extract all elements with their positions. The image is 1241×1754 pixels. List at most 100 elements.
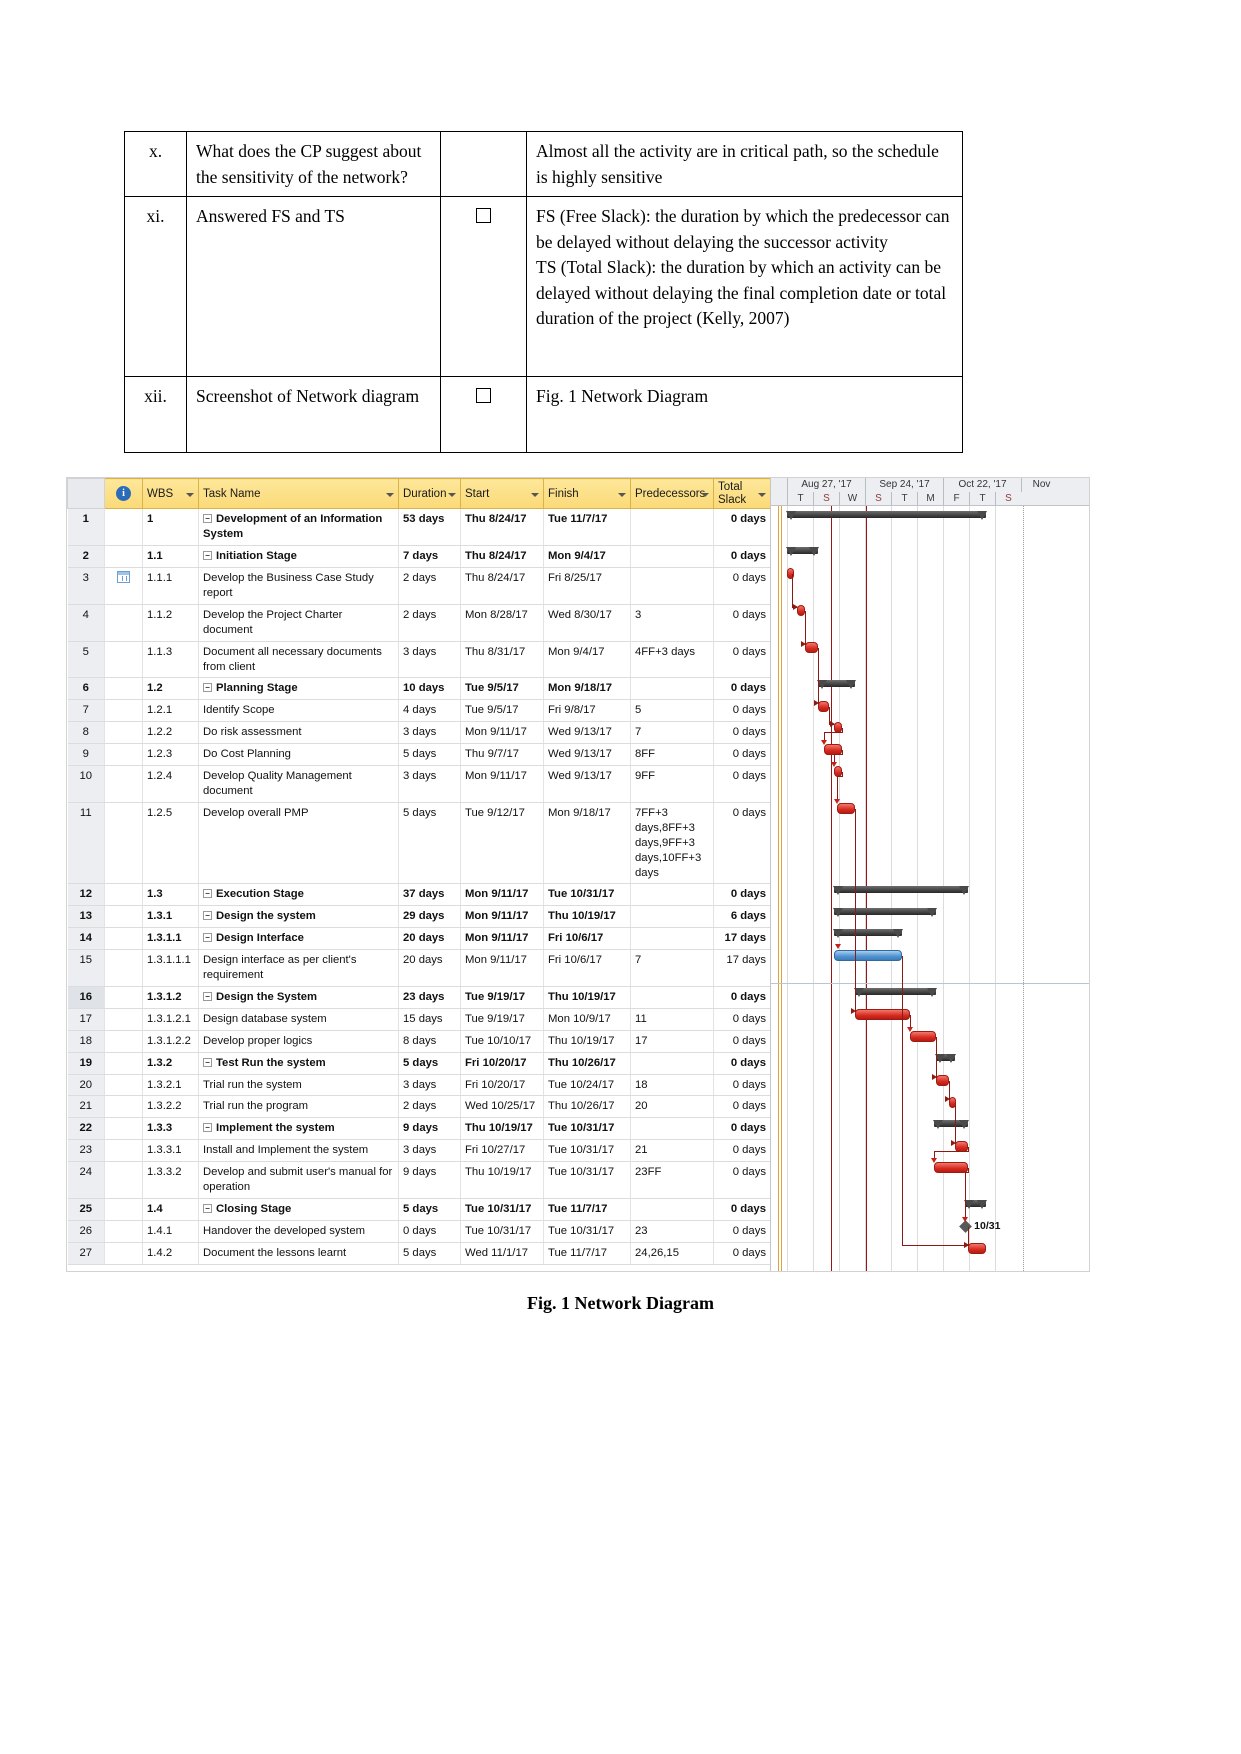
table-row[interactable]: 25 1.4− Closing Stage 5 days Tue 10/31/17 Tue… <box>67 1198 771 1221</box>
table-row[interactable]: 3 1.1.1 Develop the Business Case Study re… <box>67 567 771 605</box>
table-row[interactable]: 19 1.3.2− Test Run the system 5 days Fri 10/… <box>67 1052 771 1075</box>
chevron-down-icon[interactable] <box>186 492 194 497</box>
finish-date-cell: Fri 8/25/17 <box>543 567 631 605</box>
column-header-indicators[interactable]: i <box>104 478 143 510</box>
table-row[interactable]: 13 1.3.1− Design the system 29 days Mon 9/11… <box>67 905 771 929</box>
timeline-month-label: Oct 22, '17 <box>943 478 1021 492</box>
table-row[interactable]: 2 1.1− Initiation Stage 7 days Thu 8/24/17 Mo… <box>67 545 771 568</box>
column-header-start[interactable]: Start <box>460 478 544 510</box>
critical-task-bar[interactable] <box>910 1030 937 1042</box>
table-row[interactable]: 27 1.4.2 Document the lessons learnt 5 days… <box>67 1242 771 1265</box>
summary-task-bar[interactable] <box>964 1200 988 1210</box>
collapse-toggle-icon[interactable]: − <box>203 933 212 943</box>
rubric-row-checkbox-cell <box>440 196 527 378</box>
collapse-toggle-icon[interactable]: − <box>203 1057 212 1067</box>
table-row[interactable]: 11 1.2.5 Develop overall PMP 5 days Tue 9/12… <box>67 802 771 885</box>
table-row[interactable]: 12 1.3− Execution Stage 37 days Mon 9/11/17 T… <box>67 883 771 907</box>
table-row[interactable]: 6 1.2− Planning Stage 10 days Tue 9/5/17 Mon … <box>67 677 771 701</box>
summary-task-bar[interactable] <box>785 510 988 520</box>
chevron-down-icon[interactable] <box>531 492 539 497</box>
summary-task-bar[interactable] <box>932 1119 969 1129</box>
rubric-table: x. What does the CP suggest about the se… <box>124 130 963 454</box>
table-row[interactable]: 7 1.2.1 Identify Scope 4 days Tue 9/5/17 Fri … <box>67 699 771 723</box>
collapse-toggle-icon[interactable]: − <box>203 514 212 524</box>
table-row[interactable]: 1 1− Development of an Information System 5… <box>67 508 771 547</box>
timeline-gridline <box>813 506 814 1271</box>
critical-task-bar[interactable] <box>967 1243 987 1255</box>
finish-date-cell: Tue 11/7/17 <box>543 1242 631 1265</box>
table-row[interactable]: 21 1.3.2.2 Trial run the program 2 days Wed … <box>67 1095 771 1119</box>
start-date-cell: Mon 9/11/17 <box>460 949 544 987</box>
collapse-toggle-icon[interactable]: − <box>203 889 212 899</box>
wbs-cell: 1.2.2 <box>142 721 199 745</box>
milestone-marker[interactable] <box>959 1220 973 1233</box>
summary-task-bar[interactable] <box>935 1053 957 1063</box>
column-header-label: Predecessors <box>635 487 706 500</box>
table-row[interactable]: 14 1.3.1.1− Design Interface 20 days Mon 9/1… <box>67 927 771 951</box>
noncritical-task-bar[interactable] <box>834 950 903 962</box>
column-header-duration[interactable]: Duration <box>398 478 461 510</box>
task-name-label: Develop overall PMP <box>203 806 309 819</box>
chevron-down-icon[interactable] <box>448 492 456 497</box>
task-name-label: Test Run the system <box>216 1056 326 1069</box>
column-header-wbs[interactable]: WBS <box>142 478 199 510</box>
checkbox-icon[interactable] <box>476 208 491 224</box>
table-row[interactable]: 23 1.3.3.1 Install and Implement the syste… <box>67 1139 771 1163</box>
finish-date-cell: Thu 10/26/17 <box>543 1095 631 1119</box>
critical-task-bar[interactable] <box>936 1074 950 1086</box>
predecessors-cell <box>630 545 714 568</box>
timeline-month-label: Aug 27, '17 <box>787 478 865 492</box>
row-number-cell: 26 <box>67 1220 105 1243</box>
collapse-toggle-icon[interactable]: − <box>203 683 212 693</box>
column-header-finish[interactable]: Finish <box>543 478 631 510</box>
table-row[interactable]: 26 1.4.1 Handover the developed system 0 da… <box>67 1220 771 1243</box>
chevron-down-icon[interactable] <box>618 492 626 497</box>
duration-cell: 10 days <box>398 677 461 701</box>
chevron-down-icon[interactable] <box>386 492 394 497</box>
table-row[interactable]: 24 1.3.3.2 Develop and submit user's manua… <box>67 1161 771 1199</box>
collapse-toggle-icon[interactable]: − <box>203 1204 212 1213</box>
critical-task-bar[interactable] <box>836 803 856 815</box>
summary-task-bar[interactable] <box>854 988 938 998</box>
table-row[interactable]: 15 1.3.1.1.1 Design interface as per clien… <box>67 949 771 987</box>
critical-task-bar[interactable] <box>818 700 829 712</box>
table-row[interactable]: 8 1.2.2 Do risk assessment 3 days Mon 9/11/1… <box>67 721 771 745</box>
table-row[interactable]: 22 1.3.3− Implement the system 9 days Thu 10… <box>67 1117 771 1141</box>
chevron-down-icon[interactable] <box>701 492 709 497</box>
table-row[interactable]: 18 1.3.1.2.2 Develop proper logics 8 days Tu… <box>67 1030 771 1053</box>
summary-task-bar[interactable] <box>833 907 938 917</box>
finish-date-cell: Mon 10/9/17 <box>543 1008 631 1031</box>
chevron-down-icon[interactable] <box>758 492 766 497</box>
table-row[interactable]: 4 1.1.2 Develop the Project Charter docume… <box>67 604 771 642</box>
checkbox-icon[interactable] <box>476 388 491 404</box>
table-row[interactable]: 10 1.2.4 Develop Quality Management docume… <box>67 765 771 803</box>
task-name-label: Development of an Information System <box>203 513 383 541</box>
task-name-label: Develop proper logics <box>203 1034 313 1047</box>
column-header-task-name[interactable]: Task Name <box>198 478 399 510</box>
summary-task-bar[interactable] <box>785 547 820 557</box>
summary-task-bar[interactable] <box>833 929 904 939</box>
table-row[interactable]: 5 1.1.3 Document all necessary documents f… <box>67 641 771 679</box>
predecessors-cell: 7 <box>630 721 714 745</box>
critical-task-bar[interactable] <box>805 641 819 653</box>
critical-task-bar[interactable] <box>933 1162 968 1174</box>
column-header-total-slack[interactable]: Total Slack <box>713 478 771 510</box>
critical-task-bar[interactable] <box>797 605 806 617</box>
gantt-chart-screenshot: i WBS Task Name Duration Start Finish Pr… <box>66 477 1090 1272</box>
start-date-cell: Thu 8/24/17 <box>460 567 544 605</box>
note-indicator-icon[interactable] <box>117 571 130 583</box>
collapse-toggle-icon[interactable]: − <box>203 991 212 1001</box>
summary-task-bar[interactable] <box>817 679 856 689</box>
collapse-toggle-icon[interactable]: − <box>203 551 212 561</box>
collapse-toggle-icon[interactable]: − <box>203 911 212 921</box>
column-header-predecessors[interactable]: Predecessors <box>630 478 714 510</box>
start-date-cell: Mon 8/28/17 <box>460 604 544 642</box>
indicator-cell <box>104 985 143 1009</box>
table-row[interactable]: 16 1.3.1.2− Design the System 23 days Tue 9/… <box>67 985 771 1009</box>
table-row[interactable]: 17 1.3.1.2.1 Design database system 15 days… <box>67 1008 771 1031</box>
rubric-row-number: xi. <box>124 196 187 378</box>
table-row[interactable]: 20 1.3.2.1 Trial run the system 3 days Fri 1… <box>67 1074 771 1097</box>
total-slack-cell: 0 days <box>713 743 771 767</box>
table-row[interactable]: 9 1.2.3 Do Cost Planning 5 days Thu 9/7/17 We… <box>67 743 771 767</box>
collapse-toggle-icon[interactable]: − <box>203 1123 212 1133</box>
